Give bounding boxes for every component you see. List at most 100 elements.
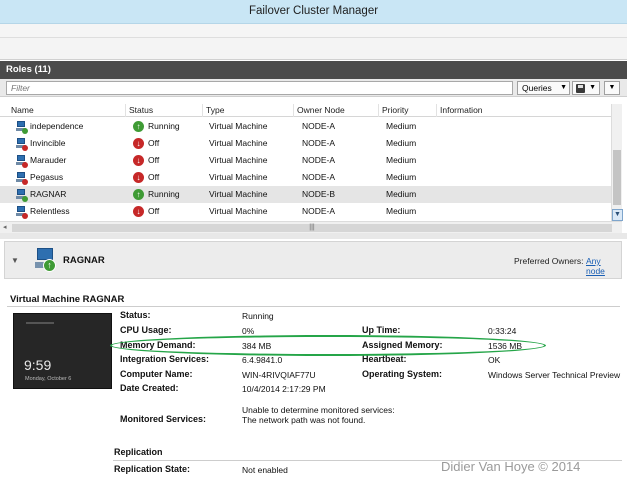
computer-name-value: WIN-4RIVQIAF77U bbox=[242, 370, 316, 380]
menu-bar bbox=[0, 24, 627, 38]
computer-name-label: Computer Name: bbox=[120, 369, 193, 379]
table-row[interactable]: RAGNAR ↑ Running Virtual Machine NODE-B … bbox=[0, 186, 611, 203]
roles-pane-header: Roles (11) bbox=[0, 61, 627, 79]
row-owner: NODE-B bbox=[302, 189, 336, 199]
vm-console-thumbnail[interactable]: 9:59 Monday, October 6 bbox=[13, 313, 112, 389]
row-name: Invincible bbox=[30, 138, 66, 148]
roles-grid: Name Status Type Owner Node Priority Inf… bbox=[0, 104, 611, 221]
vertical-scrollbar[interactable]: ▼ bbox=[611, 104, 623, 221]
off-status-icon: ↓ bbox=[133, 172, 144, 183]
row-priority: Medium bbox=[386, 155, 417, 165]
row-status: Off bbox=[148, 206, 160, 216]
window-title: Failover Cluster Manager bbox=[248, 5, 379, 17]
column-header-owner-node[interactable]: Owner Node bbox=[294, 104, 379, 117]
table-row[interactable]: independence ↑ Running Virtual Machine N… bbox=[0, 118, 611, 135]
date-created-value: 10/4/2014 2:17:29 PM bbox=[242, 384, 326, 394]
operating-system-label: Operating System: bbox=[362, 369, 443, 379]
row-type: Virtual Machine bbox=[209, 206, 268, 216]
row-owner: NODE-A bbox=[302, 155, 336, 165]
row-name: independence bbox=[30, 121, 84, 131]
operating-system-value: Windows Server Technical Preview bbox=[488, 370, 621, 380]
off-status-icon: ↓ bbox=[133, 206, 144, 217]
row-priority: Medium bbox=[386, 121, 417, 131]
virtual-machine-icon bbox=[16, 172, 28, 185]
filter-bar: Queries ▼ ▼ ▼ bbox=[0, 79, 627, 97]
row-owner: NODE-A bbox=[302, 172, 336, 182]
role-name: RAGNAR bbox=[63, 255, 105, 266]
replication-title: Replication bbox=[114, 447, 163, 457]
row-type: Virtual Machine bbox=[209, 172, 268, 182]
window-title-bar: Failover Cluster Manager bbox=[0, 0, 627, 24]
table-row[interactable]: Marauder ↓ Off Virtual Machine NODE-A Me… bbox=[0, 152, 611, 169]
running-status-icon: ↑ bbox=[133, 189, 144, 200]
monitored-services-label: Monitored Services: bbox=[120, 414, 207, 424]
replication-state-label: Replication State: bbox=[114, 464, 191, 474]
date-created-label: Date Created: bbox=[120, 383, 179, 393]
row-name: Relentless bbox=[30, 206, 70, 216]
thumbnail-date: Monday, October 6 bbox=[25, 376, 72, 382]
queries-button[interactable]: Queries ▼ bbox=[517, 81, 570, 95]
running-status-icon: ↑ bbox=[133, 121, 144, 132]
chevron-down-icon[interactable]: ▼ bbox=[11, 256, 19, 265]
monitored-services-message: Unable to determine monitored services: … bbox=[242, 405, 395, 425]
scrollbar-thumb[interactable]: ||| bbox=[12, 224, 612, 232]
virtual-machine-icon bbox=[16, 121, 28, 134]
row-priority: Medium bbox=[386, 172, 417, 182]
chevron-down-icon: ▼ bbox=[560, 84, 567, 91]
integration-services-value: 6.4.9841.0 bbox=[242, 355, 283, 365]
queries-label: Queries bbox=[522, 83, 552, 93]
off-status-icon: ↓ bbox=[133, 155, 144, 166]
table-row[interactable]: Invincible ↓ Off Virtual Machine NODE-A … bbox=[0, 135, 611, 152]
column-header-information[interactable]: Information bbox=[437, 104, 611, 117]
filter-input[interactable] bbox=[6, 81, 513, 95]
column-header-type[interactable]: Type bbox=[203, 104, 294, 117]
expand-button[interactable]: ▼ bbox=[604, 81, 620, 95]
status-label: Status: bbox=[120, 310, 151, 320]
horizontal-scrollbar[interactable]: ◂ ||| bbox=[0, 221, 622, 233]
table-row[interactable]: Relentless ↓ Off Virtual Machine NODE-A … bbox=[0, 203, 611, 220]
cpu-usage-label: CPU Usage: bbox=[120, 325, 172, 335]
virtual-machine-running-icon: ↑ bbox=[35, 247, 57, 274]
row-owner: NODE-A bbox=[302, 206, 336, 216]
save-query-button[interactable]: ▼ bbox=[572, 81, 600, 95]
scroll-down-button[interactable]: ▼ bbox=[612, 209, 623, 221]
any-node-link[interactable]: Any node bbox=[586, 256, 621, 276]
chevron-down-icon: ▼ bbox=[589, 84, 596, 91]
virtual-machine-icon bbox=[16, 189, 28, 202]
thumbnail-time: 9:59 bbox=[24, 357, 52, 373]
section-title: Virtual Machine RAGNAR bbox=[10, 294, 125, 305]
integration-services-label: Integration Services: bbox=[120, 354, 210, 364]
row-status: Running bbox=[148, 121, 180, 131]
table-row[interactable]: Pegasus ↓ Off Virtual Machine NODE-A Med… bbox=[0, 169, 611, 186]
roles-pane-title: Roles (11) bbox=[6, 64, 51, 75]
row-owner: NODE-A bbox=[302, 138, 336, 148]
row-type: Virtual Machine bbox=[209, 121, 268, 131]
row-status: Running bbox=[148, 189, 180, 199]
heartbeat-value: OK bbox=[488, 355, 501, 365]
row-owner: NODE-A bbox=[302, 121, 336, 131]
toolbar bbox=[0, 38, 627, 60]
row-type: Virtual Machine bbox=[209, 189, 268, 199]
column-header-name[interactable]: Name bbox=[8, 104, 126, 117]
off-status-icon: ↓ bbox=[133, 138, 144, 149]
up-time-label: Up Time: bbox=[362, 325, 401, 335]
pane-splitter[interactable] bbox=[0, 233, 627, 239]
row-status: Off bbox=[148, 155, 160, 165]
row-status: Off bbox=[148, 172, 160, 182]
row-name: RAGNAR bbox=[30, 189, 67, 199]
row-name: Marauder bbox=[30, 155, 67, 165]
scroll-left-icon[interactable]: ◂ bbox=[3, 222, 7, 233]
role-detail-header: ▼ ↑ RAGNAR Preferred Owners: Any node bbox=[4, 241, 622, 279]
virtual-machine-icon bbox=[16, 138, 28, 151]
virtual-machine-icon bbox=[16, 206, 28, 219]
virtual-machine-icon bbox=[16, 155, 28, 168]
column-header-priority[interactable]: Priority bbox=[379, 104, 437, 117]
row-name: Pegasus bbox=[30, 172, 64, 182]
status-value: Running bbox=[242, 311, 274, 321]
scrollbar-thumb[interactable] bbox=[613, 150, 621, 205]
row-type: Virtual Machine bbox=[209, 155, 268, 165]
column-header-status[interactable]: Status bbox=[126, 104, 203, 117]
cpu-usage-value: 0% bbox=[242, 326, 255, 336]
preferred-owners-label: Preferred Owners: bbox=[514, 256, 584, 266]
chevron-down-icon: ▼ bbox=[608, 84, 616, 91]
